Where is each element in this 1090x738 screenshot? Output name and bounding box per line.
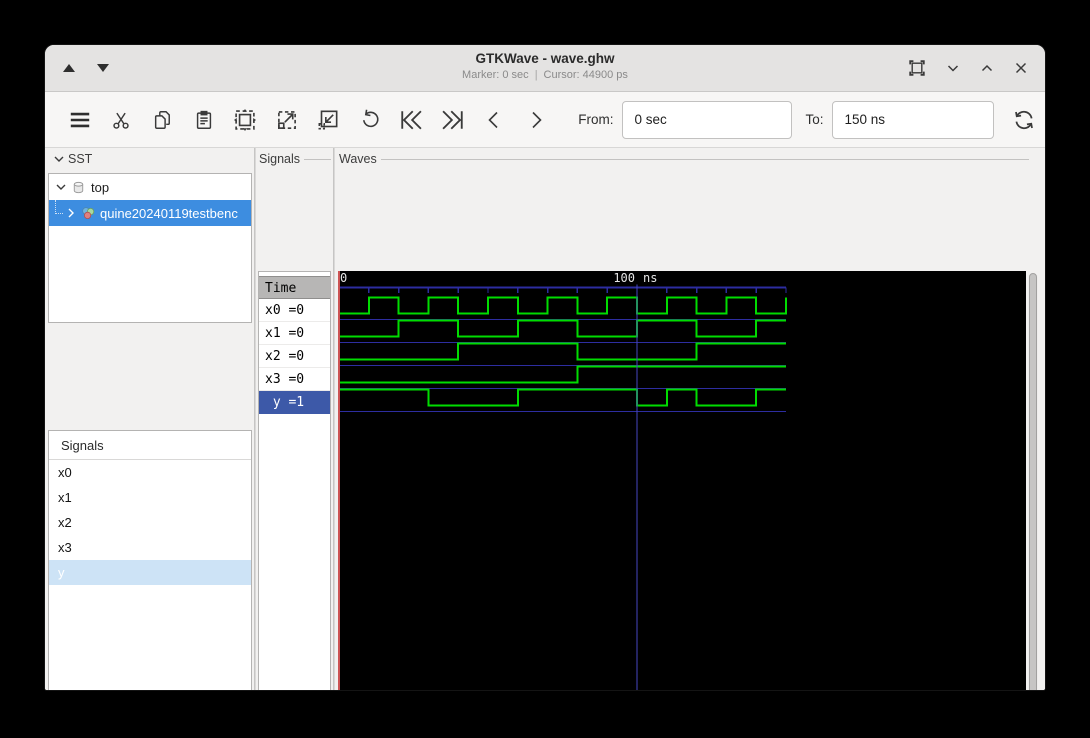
tree-item-label: top [91, 179, 110, 195]
zoom-out-button[interactable] [308, 100, 349, 140]
wave-vscrollbar[interactable] [1028, 273, 1038, 690]
to-end-button[interactable] [432, 100, 473, 140]
chevron-right-icon [531, 111, 542, 128]
names-panel-title: Signals [259, 152, 300, 166]
time-header[interactable]: Time [259, 276, 330, 299]
expander-down-icon[interactable] [55, 181, 67, 193]
hamburger-icon [70, 112, 89, 127]
menu-button[interactable] [59, 100, 100, 140]
skip-to-start-icon [401, 110, 422, 129]
keep-above-button[interactable] [907, 58, 927, 78]
signal-list-item[interactable]: x0 [49, 460, 251, 485]
undo-button[interactable] [349, 100, 390, 140]
skip-to-end-icon [442, 110, 463, 129]
shade-down-button[interactable] [93, 58, 113, 78]
expander-down-icon [54, 156, 64, 162]
zoom-in-button[interactable] [266, 100, 307, 140]
maximize-button[interactable] [979, 60, 995, 76]
signal-name-row[interactable]: x1 =0 [259, 322, 330, 345]
scissors-icon [113, 112, 129, 129]
toolbar: From: To: [45, 92, 1045, 148]
zoom-fit-button[interactable] [225, 100, 266, 140]
reload-icon [1015, 110, 1034, 129]
signal-browser-panel: Signals x0 x1 x2 x3 y [48, 430, 252, 690]
triangle-up-icon [63, 64, 75, 72]
shade-up-button[interactable] [59, 58, 79, 78]
cursor-status: Cursor: 44900 ps [543, 69, 628, 81]
chevron-down-icon [947, 65, 959, 72]
titlebar: GTKWave - wave.ghw Marker: 0 sec | Cursor:… [45, 45, 1045, 92]
signal-list-item[interactable]: x3 [49, 535, 251, 560]
cut-button[interactable] [100, 100, 141, 140]
tree-item-top[interactable]: top [49, 174, 251, 200]
main-area: SST top quine20240119testbenc Signals x0… [45, 148, 1045, 690]
window-status: Marker: 0 sec | Cursor: 44900 ps [45, 69, 1045, 81]
to-label: To: [805, 112, 824, 127]
sst-header[interactable]: SST [53, 152, 92, 166]
zoom-in-icon [277, 110, 296, 129]
signal-name-row-selected[interactable]: y =1 [259, 391, 330, 414]
signal-list-item[interactable]: x1 [49, 485, 251, 510]
zoom-out-icon [318, 110, 338, 129]
undo-arrow-icon [362, 109, 379, 127]
splitter-left[interactable] [254, 148, 256, 690]
expander-right-icon[interactable] [65, 207, 77, 219]
tree-item-testbench[interactable]: quine20240119testbenc [49, 200, 251, 226]
zoom-fit-icon [234, 108, 257, 131]
close-icon [1015, 62, 1027, 74]
minimize-button[interactable] [945, 60, 961, 76]
copy-button[interactable] [142, 100, 183, 140]
reload-button[interactable] [1004, 100, 1045, 140]
svg-text:0: 0 [340, 271, 347, 285]
waves-panel-title: Waves [339, 152, 377, 166]
window-title: GTKWave - wave.ghw [475, 51, 615, 66]
from-input[interactable] [621, 100, 792, 139]
clipboard-icon [196, 110, 212, 129]
status-divider: | [534, 69, 538, 81]
sst-label: SST [68, 152, 93, 166]
waves-frame-label: Waves [339, 152, 1029, 166]
splitter-right[interactable] [333, 148, 335, 690]
step-left-button[interactable] [473, 100, 514, 140]
step-right-button[interactable] [515, 100, 556, 140]
svg-text:100: 100 [613, 271, 635, 285]
marker-status: Marker: 0 sec [462, 69, 529, 81]
frame-icon [909, 60, 925, 76]
wave-svg: 0 100 ns [338, 271, 1026, 690]
copy-icon [154, 110, 170, 129]
signal-names-panel: Time x0 =0 x1 =0 x2 =0 x3 =0 y =1 [258, 271, 331, 690]
tree-branch-line [55, 200, 63, 214]
chevron-left-icon [488, 111, 498, 128]
chevron-up-icon [981, 64, 993, 72]
wave-viewport[interactable]: 0 100 ns [338, 271, 1026, 690]
signal-list-item[interactable]: x2 [49, 510, 251, 535]
from-label: From: [578, 112, 614, 127]
tree-item-label: quine20240119testbenc [100, 205, 238, 221]
signal-name-row[interactable]: x3 =0 [259, 368, 330, 391]
module-icon [82, 207, 95, 219]
signal-name-row[interactable]: x2 =0 [259, 345, 330, 368]
to-start-button[interactable] [391, 100, 432, 140]
wave-vscrollbar-thumb[interactable] [1029, 273, 1037, 690]
close-button[interactable] [1013, 60, 1029, 76]
to-input[interactable] [831, 100, 994, 139]
names-frame-label: Signals [259, 152, 331, 166]
svg-text:ns: ns [643, 271, 657, 285]
signal-name-row[interactable]: x0 =0 [259, 299, 330, 322]
gtkwave-window: GTKWave - wave.ghw Marker: 0 sec | Cursor:… [45, 45, 1045, 690]
sst-tree: top quine20240119testbenc [48, 173, 252, 323]
signal-browser-title: Signals [49, 431, 251, 460]
signal-list-item-selected[interactable]: y [49, 560, 251, 585]
scope-cylinder-icon [73, 181, 84, 193]
triangle-down-icon [97, 64, 109, 72]
paste-button[interactable] [183, 100, 224, 140]
